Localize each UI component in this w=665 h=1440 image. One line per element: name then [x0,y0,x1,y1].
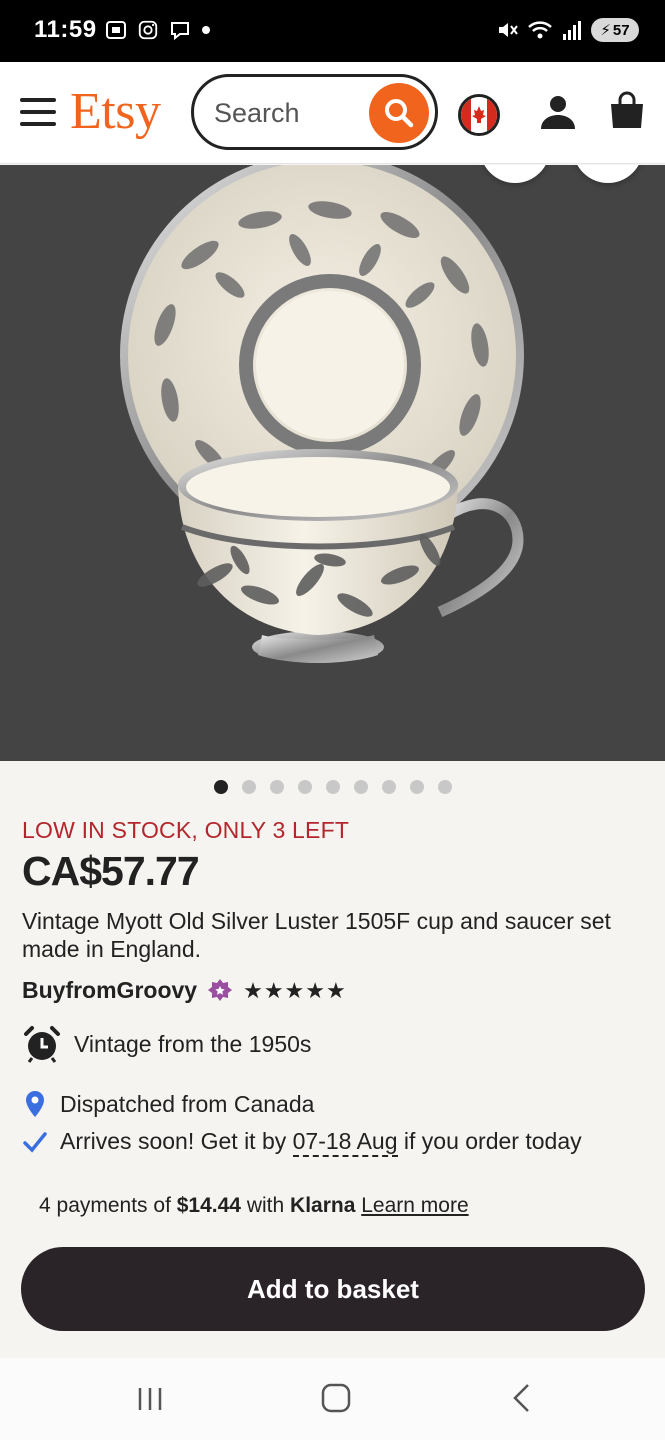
carousel-dot[interactable] [409,780,424,794]
status-bar: 11:59 ⚡ 57 [0,0,665,62]
search-button[interactable] [369,83,429,143]
wifi-icon [528,21,552,39]
app-header: Etsy [0,62,665,164]
shop-name[interactable]: BuyfromGroovy [22,977,197,1004]
arrival-suffix: if you order today [403,1128,582,1154]
recent-apps-icon [138,1388,162,1410]
battery-indicator: ⚡ 57 [591,18,639,42]
region-button[interactable] [458,94,500,136]
arrival-dates[interactable]: 07-18 Aug [292,1128,398,1157]
checkmark-icon [23,1131,47,1153]
klarna-payments: 4 payments of $14.44 with Klarna Learn m… [39,1194,469,1217]
star-seller-badge-icon [208,978,233,1001]
vintage-text: Vintage from the 1950s [74,1030,312,1057]
carousel-dot[interactable] [325,780,340,794]
product-image[interactable] [0,165,665,761]
recent-apps-button[interactable] [134,1382,166,1419]
vintage-row: Vintage from the 1950s [22,1024,311,1064]
back-icon [513,1384,529,1412]
canada-flag-icon [461,97,497,133]
carousel-dot[interactable] [381,780,396,794]
carousel-dot[interactable] [241,780,256,794]
charging-icon: ⚡ [600,22,611,39]
etsy-logo[interactable]: Etsy [70,86,161,138]
carousel-dot[interactable] [297,780,312,794]
screenshot-icon [106,21,126,39]
product-title: Vintage Myott Old Silver Luster 1505F cu… [22,908,611,962]
search-bar[interactable] [191,74,438,150]
price: CA$57.77 [22,848,200,894]
account-button[interactable] [538,92,578,137]
shop-row: BuyfromGroovy ★★★★★ [22,977,347,1004]
dispatch-text: Dispatched from Canada [60,1090,315,1117]
android-nav-bar [0,1358,665,1440]
shopping-bag-icon [611,91,643,128]
rating-stars[interactable]: ★★★★★ [243,978,347,1004]
add-to-basket-button[interactable]: Add to basket [21,1247,645,1331]
instagram-icon [138,20,158,40]
carousel-dot[interactable] [437,780,452,794]
location-pin-icon [26,1091,44,1117]
carousel-dot[interactable] [269,780,284,794]
image-carousel-dots [0,780,665,794]
arrival-row: Arrives soon! Get it by 07-18 Aug if you… [22,1128,582,1157]
menu-button[interactable] [20,98,56,126]
search-icon [385,99,414,128]
teacup-saucer-image [120,165,524,663]
klarna-amount: $14.44 [176,1194,241,1217]
carousel-dot[interactable] [213,780,228,794]
user-icon [541,96,575,129]
stock-notice: LOW IN STOCK, ONLY 3 LEFT [22,817,350,843]
notification-dot-icon [202,26,210,34]
home-icon [321,1383,351,1413]
home-button[interactable] [320,1382,352,1419]
klarna-logo: Klarna [290,1194,356,1217]
arrival-prefix: Arrives soon! Get it by [60,1128,287,1154]
back-button[interactable] [506,1382,538,1419]
basket-button[interactable] [606,90,648,137]
search-input[interactable] [214,95,364,131]
klarna-learn-more-link[interactable]: Learn more [361,1194,468,1217]
messenger-icon [171,22,189,41]
alarm-clock-icon [24,1026,60,1063]
status-time: 11:59 [34,16,97,43]
carousel-dot[interactable] [353,780,368,794]
mute-icon [499,23,518,37]
dispatch-row: Dispatched from Canada [22,1090,314,1118]
signal-icon [563,21,581,40]
